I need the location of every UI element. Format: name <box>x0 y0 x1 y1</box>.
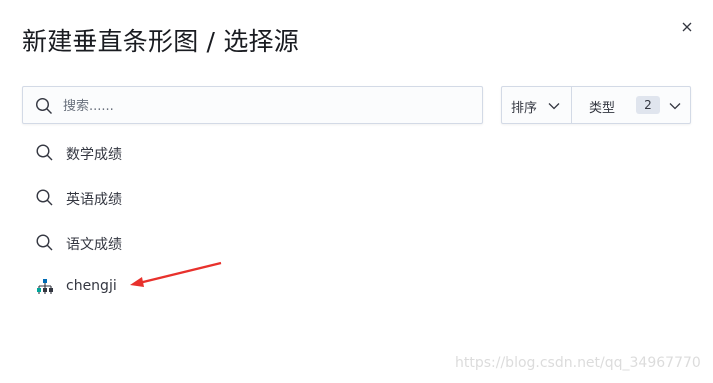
list-item-label: 英语成绩 <box>66 192 122 208</box>
list-item[interactable]: 英语成绩 <box>35 183 435 213</box>
chevron-down-icon <box>548 103 560 110</box>
type-label: 类型 <box>589 101 616 116</box>
filter-group: 排序 类型 2 <box>501 86 691 124</box>
sort-label: 排序 <box>511 101 538 116</box>
search-icon <box>36 144 53 161</box>
search-icon <box>35 97 52 114</box>
dialog-title: 新建垂直条形图 / 选择源 <box>22 27 299 56</box>
sort-button[interactable]: 排序 <box>502 87 572 123</box>
search-field[interactable] <box>22 86 483 124</box>
watermark: https://blog.csdn.net/qq_34967770 <box>455 355 701 371</box>
annotation-arrow <box>130 261 222 287</box>
list-item[interactable]: chengji <box>35 272 435 302</box>
type-filter-button[interactable]: 类型 2 <box>572 87 691 123</box>
search-icon <box>36 189 53 206</box>
search-input[interactable] <box>61 93 475 119</box>
type-count-badge: 2 <box>636 96 660 114</box>
close-button[interactable] <box>678 18 696 36</box>
modal-dialog: 新建垂直条形图 / 选择源 排序 类型 2 <box>0 0 713 383</box>
list-item-label: 数学成绩 <box>66 147 122 163</box>
close-icon <box>682 22 692 32</box>
list-item[interactable]: 数学成绩 <box>35 138 435 168</box>
chevron-down-icon <box>669 103 681 110</box>
list-item-label: 语文成绩 <box>66 237 122 253</box>
list-item-label: chengji <box>66 278 117 294</box>
index-pattern-icon <box>37 279 53 294</box>
search-icon <box>36 234 53 251</box>
list-item[interactable]: 语文成绩 <box>35 228 435 258</box>
